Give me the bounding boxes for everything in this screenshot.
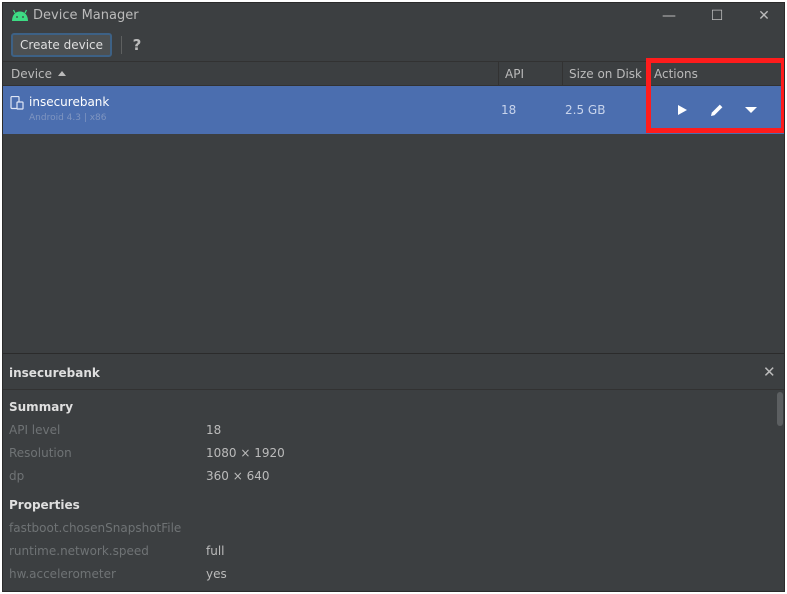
details-header: insecurebank ✕ bbox=[3, 354, 784, 390]
device-api: 18 bbox=[501, 103, 517, 117]
property-value: full bbox=[206, 544, 225, 558]
device-size: 2.5 GB bbox=[565, 103, 606, 117]
property-key: dp bbox=[9, 469, 25, 483]
maximize-button[interactable]: ☐ bbox=[694, 3, 740, 29]
title-bar: Device Manager — ☐ ✕ bbox=[3, 3, 784, 29]
device-subtitle: Android 4.3 | x86 bbox=[29, 113, 107, 123]
window-title: Device Manager bbox=[33, 8, 139, 23]
details-scrollbar[interactable] bbox=[777, 392, 783, 426]
column-header-size[interactable]: Size on Disk bbox=[569, 62, 642, 86]
run-device-button[interactable] bbox=[670, 98, 694, 122]
column-header-actions: Actions bbox=[654, 67, 698, 81]
device-manager-window: Device Manager — ☐ ✕ Create device ? Dev… bbox=[2, 2, 785, 592]
more-actions-button[interactable] bbox=[739, 98, 763, 122]
table-row[interactable]: insecurebank Android 4.3 | x86 18 2.5 GB bbox=[3, 86, 784, 134]
property-value: 1080 × 1920 bbox=[206, 446, 285, 460]
details-title: insecurebank bbox=[9, 366, 100, 380]
summary-heading: Summary bbox=[9, 400, 74, 414]
table-header: Device API Size on Disk Actions bbox=[3, 61, 784, 86]
column-divider[interactable] bbox=[647, 62, 648, 86]
device-name: insecurebank bbox=[29, 95, 110, 109]
column-divider[interactable] bbox=[498, 62, 499, 86]
property-key: hw.accelerometer bbox=[9, 567, 116, 581]
sort-ascending-icon bbox=[58, 71, 67, 76]
create-device-button[interactable]: Create device bbox=[11, 33, 112, 57]
property-key: fastboot.chosenSnapshotFile bbox=[9, 521, 182, 535]
edit-device-button[interactable] bbox=[705, 98, 729, 122]
close-window-button[interactable]: ✕ bbox=[741, 3, 784, 29]
close-details-button[interactable]: ✕ bbox=[763, 363, 776, 381]
property-key: API level bbox=[9, 423, 61, 437]
property-value: 18 bbox=[206, 423, 222, 437]
column-divider[interactable] bbox=[562, 62, 563, 86]
column-header-api[interactable]: API bbox=[505, 62, 524, 86]
help-button[interactable]: ? bbox=[128, 33, 146, 57]
properties-heading: Properties bbox=[9, 498, 80, 512]
toolbar-separator bbox=[121, 36, 122, 54]
pencil-icon bbox=[711, 104, 723, 116]
device-phone-icon bbox=[10, 96, 24, 110]
property-key: runtime.network.speed bbox=[9, 544, 149, 558]
property-key: Resolution bbox=[9, 446, 72, 460]
minimize-button[interactable]: — bbox=[646, 3, 692, 29]
property-value: 360 × 640 bbox=[206, 469, 270, 483]
android-icon bbox=[12, 9, 28, 21]
play-icon bbox=[678, 105, 687, 115]
column-header-device-label: Device bbox=[11, 67, 53, 81]
property-value: yes bbox=[206, 567, 227, 581]
chevron-down-icon bbox=[745, 107, 757, 113]
details-panel: insecurebank ✕ Summary API level 18 Reso… bbox=[3, 353, 784, 591]
column-header-device[interactable]: Device bbox=[11, 62, 67, 86]
